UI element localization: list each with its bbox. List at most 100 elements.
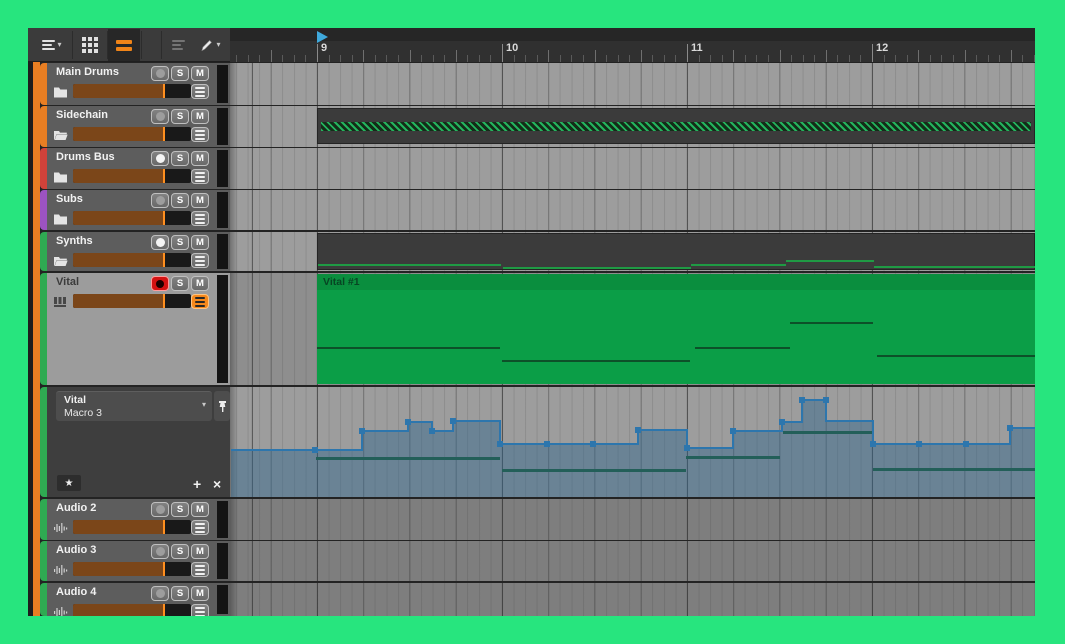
automation-node[interactable] bbox=[544, 441, 550, 447]
folder-open-icon[interactable] bbox=[53, 128, 69, 141]
folder-closed-icon[interactable] bbox=[53, 85, 69, 98]
track-menu-button[interactable] bbox=[191, 127, 209, 142]
automation-display-button[interactable] bbox=[164, 29, 192, 61]
automation-node[interactable] bbox=[963, 441, 969, 447]
automation-lane-header[interactable]: Vital Macro 3 ▾ ★ + × bbox=[28, 387, 230, 497]
mute-button[interactable]: M bbox=[191, 544, 209, 559]
arranger-row-drums-bus[interactable] bbox=[230, 148, 1035, 189]
volume-slider[interactable] bbox=[73, 520, 191, 534]
add-lane-button[interactable]: + bbox=[193, 476, 201, 492]
automation-node[interactable] bbox=[779, 419, 785, 425]
record-arm-button[interactable] bbox=[151, 586, 169, 601]
track-menu-button[interactable] bbox=[191, 253, 209, 268]
track-color-tab[interactable] bbox=[40, 106, 47, 147]
track-name[interactable]: Main Drums bbox=[56, 66, 119, 78]
track-menu-button[interactable] bbox=[191, 169, 209, 184]
automation-node[interactable] bbox=[359, 428, 365, 434]
track-color-tab[interactable] bbox=[40, 148, 47, 189]
track-menu-button[interactable] bbox=[191, 520, 209, 535]
record-arm-button[interactable] bbox=[151, 109, 169, 124]
track-display-mode-button[interactable]: ▾ bbox=[34, 29, 70, 61]
automation-node[interactable] bbox=[870, 441, 876, 447]
arranger-row-vital[interactable]: Vital #1 bbox=[230, 273, 1035, 385]
track-name[interactable]: Audio 4 bbox=[56, 586, 96, 598]
record-arm-button[interactable] bbox=[151, 544, 169, 559]
automation-line[interactable] bbox=[231, 400, 1035, 450]
track-name[interactable]: Drums Bus bbox=[56, 151, 115, 163]
track-color-tab[interactable] bbox=[40, 273, 47, 385]
mute-button[interactable]: M bbox=[191, 193, 209, 208]
arranger-row-audio-2[interactable] bbox=[230, 499, 1035, 540]
vital-clip[interactable]: Vital #1 bbox=[317, 274, 1035, 384]
arranger-row-audio-4[interactable] bbox=[230, 583, 1035, 616]
automation-node[interactable] bbox=[916, 441, 922, 447]
pen-tool-button[interactable]: ▾ bbox=[192, 29, 228, 61]
track-color-tab[interactable] bbox=[40, 190, 47, 230]
track-menu-button[interactable] bbox=[191, 211, 209, 226]
solo-button[interactable]: S bbox=[171, 151, 189, 166]
favorite-lane-button[interactable]: ★ bbox=[57, 475, 81, 491]
track-color-tab[interactable] bbox=[40, 499, 47, 540]
track-header-drums-bus[interactable]: Drums Bus S M bbox=[28, 148, 230, 189]
track-color-tab[interactable] bbox=[40, 583, 47, 616]
track-color-tab[interactable] bbox=[40, 232, 47, 271]
track-name[interactable]: Synths bbox=[56, 235, 93, 247]
automation-node[interactable] bbox=[405, 419, 411, 425]
arranger-row-sidechain[interactable] bbox=[230, 106, 1035, 147]
arranger-row-subs[interactable] bbox=[230, 190, 1035, 230]
timeline-ruler[interactable]: 9101112 bbox=[230, 28, 1035, 62]
track-name[interactable]: Vital bbox=[56, 276, 79, 288]
arranger-row-synths[interactable] bbox=[230, 232, 1035, 271]
automation-lane-row[interactable] bbox=[230, 387, 1035, 497]
folder-closed-icon[interactable] bbox=[53, 170, 69, 183]
track-color-tab[interactable] bbox=[40, 63, 47, 105]
automation-node[interactable] bbox=[590, 441, 596, 447]
folder-open-icon[interactable] bbox=[53, 254, 69, 267]
track-menu-button[interactable] bbox=[191, 562, 209, 577]
volume-slider[interactable] bbox=[73, 127, 191, 141]
mute-button[interactable]: M bbox=[191, 276, 209, 291]
solo-button[interactable]: S bbox=[171, 544, 189, 559]
automation-parameter-dropdown[interactable]: Vital Macro 3 ▾ bbox=[56, 391, 212, 421]
mute-button[interactable]: M bbox=[191, 66, 209, 81]
volume-slider[interactable] bbox=[73, 169, 191, 183]
track-menu-button[interactable] bbox=[191, 604, 209, 616]
clip-launcher-view-button[interactable] bbox=[74, 29, 106, 61]
close-lane-button[interactable]: × bbox=[213, 476, 221, 492]
track-name[interactable]: Sidechain bbox=[56, 109, 108, 121]
volume-slider[interactable] bbox=[73, 211, 191, 225]
mute-button[interactable]: M bbox=[191, 235, 209, 250]
automation-node[interactable] bbox=[429, 428, 435, 434]
pin-lane-button[interactable] bbox=[214, 391, 230, 421]
track-header-audio-2[interactable]: Audio 2 S M bbox=[28, 499, 230, 540]
arranger-row-audio-3[interactable] bbox=[230, 541, 1035, 581]
mute-button[interactable]: M bbox=[191, 586, 209, 601]
volume-slider[interactable] bbox=[73, 604, 191, 616]
solo-button[interactable]: S bbox=[171, 109, 189, 124]
track-menu-button[interactable] bbox=[191, 84, 209, 99]
track-menu-button[interactable] bbox=[191, 294, 209, 309]
record-arm-button[interactable] bbox=[151, 502, 169, 517]
volume-slider[interactable] bbox=[73, 294, 191, 308]
track-color-tab[interactable] bbox=[40, 541, 47, 581]
automation-node[interactable] bbox=[730, 428, 736, 434]
solo-button[interactable]: S bbox=[171, 276, 189, 291]
automation-node[interactable] bbox=[497, 441, 503, 447]
mute-button[interactable]: M bbox=[191, 151, 209, 166]
track-header-sidechain[interactable]: Sidechain S M bbox=[28, 106, 230, 147]
mute-button[interactable]: M bbox=[191, 502, 209, 517]
record-arm-button[interactable] bbox=[151, 66, 169, 81]
automation-node[interactable] bbox=[312, 447, 318, 453]
track-name[interactable]: Subs bbox=[56, 193, 83, 205]
solo-button[interactable]: S bbox=[171, 502, 189, 517]
automation-node[interactable] bbox=[450, 418, 456, 424]
automation-node[interactable] bbox=[823, 397, 829, 403]
arranger-view-button[interactable] bbox=[108, 29, 140, 61]
track-header-audio-3[interactable]: Audio 3 S M bbox=[28, 541, 230, 581]
track-header-synths[interactable]: Synths S M bbox=[28, 232, 230, 271]
synths-group-clip[interactable] bbox=[317, 233, 1035, 270]
arranger-row-main-drums[interactable] bbox=[230, 63, 1035, 105]
automation-node[interactable] bbox=[684, 445, 690, 451]
track-header-vital[interactable]: Vital S M bbox=[28, 273, 230, 385]
volume-slider[interactable] bbox=[73, 253, 191, 267]
